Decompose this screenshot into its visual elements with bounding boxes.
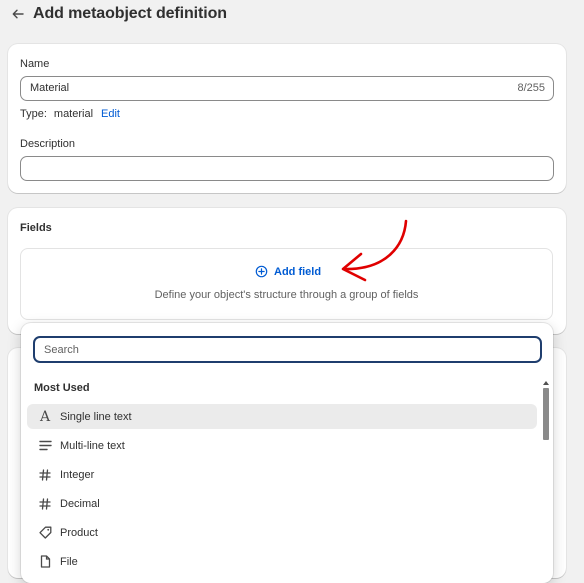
fields-empty-description: Define your object's structure through a… [154,289,419,301]
type-row: Type: material Edit [20,108,120,120]
field-type-picker: Most Used A Single line text Multi-line … [21,323,553,583]
description-label: Description [20,138,76,150]
field-type-list: A Single line text Multi-line text Integ… [27,404,537,578]
edit-type-link[interactable]: Edit [101,108,120,120]
annotation-arrow-icon [341,219,408,282]
plus-circle-icon [255,265,268,278]
scroll-thumb[interactable] [543,388,549,440]
field-type-decimal[interactable]: Decimal [27,491,537,516]
search-field[interactable] [33,336,542,363]
page-title: Add metaobject definition [33,5,227,22]
name-label: Name [20,58,50,70]
type-value: material [53,108,94,120]
list-item-label: Product [60,526,98,539]
list-item-label: Decimal [60,497,100,510]
field-type-product[interactable]: Product [27,520,537,545]
back-button[interactable] [10,6,26,22]
hash-icon [37,496,53,512]
arrow-left-icon [12,9,24,19]
list-item-label: Multi-line text [60,439,125,452]
scrollbar[interactable] [542,379,550,583]
page-header: Add metaobject definition [10,4,227,24]
scroll-up-arrow-icon[interactable] [542,379,550,387]
text-icon: A [39,408,51,425]
fields-empty-state: Add field Define your object's structure… [20,248,553,320]
fields-card: Fields Add field Define your object's st… [8,208,566,334]
hash-icon [37,467,53,483]
field-type-single-line-text[interactable]: A Single line text [27,404,537,429]
list-item-label: Integer [60,468,95,481]
type-label: Type: [20,108,47,120]
list-item-label: File [60,555,78,568]
file-icon [37,554,53,570]
character-counter: 8/255 [517,82,545,94]
field-type-integer[interactable]: Integer [27,462,537,487]
definition-card: Name Material 8/255 Type: material Edit … [8,44,566,193]
section-title: Most Used [34,382,90,394]
field-type-file[interactable]: File [27,549,537,574]
name-field[interactable]: Material 8/255 [20,76,554,101]
paragraph-icon [37,438,53,454]
fields-title: Fields [20,222,52,234]
description-field[interactable] [20,156,554,181]
add-field-label: Add field [274,265,322,278]
name-value: Material [30,82,70,94]
search-input[interactable] [35,338,540,361]
tag-icon [37,525,53,541]
field-type-multi-line-text[interactable]: Multi-line text [27,433,537,458]
add-field-button[interactable]: Add field [255,265,321,278]
list-item-label: Single line text [60,410,132,423]
